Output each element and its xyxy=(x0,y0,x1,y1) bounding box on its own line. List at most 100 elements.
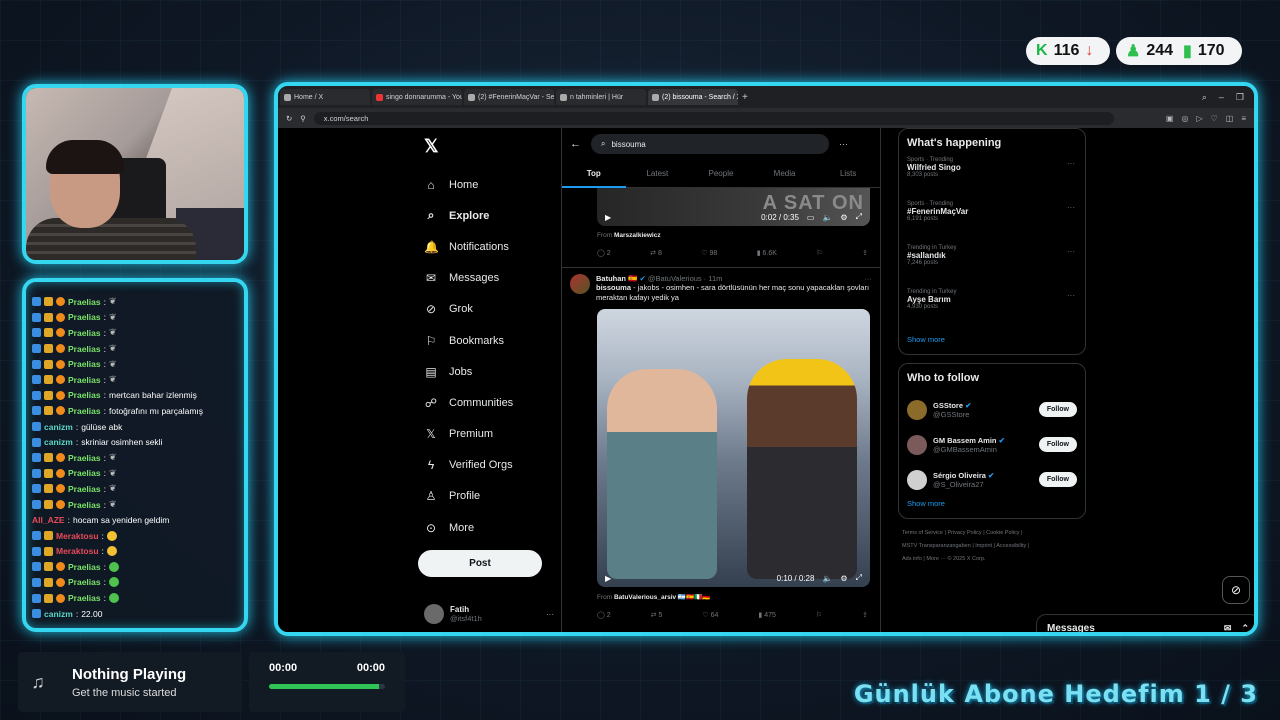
reload-icon[interactable]: ↻ xyxy=(286,114,292,123)
avatar[interactable] xyxy=(570,274,590,294)
nav-item-communities[interactable]: ☍ Communities xyxy=(416,387,546,418)
like-button[interactable]: ♡ 98 xyxy=(701,249,717,257)
chat-username[interactable]: Praelias xyxy=(68,312,101,322)
show-more-link[interactable]: Show more xyxy=(907,335,1077,344)
chat-username[interactable]: Praelias xyxy=(68,562,101,572)
fullscreen-icon[interactable]: ⤢ xyxy=(856,212,862,222)
avatar[interactable] xyxy=(907,469,927,490)
tweet2-video[interactable]: ▶ 0:10 / 0:28 🔈 ⚙ ⤢ xyxy=(597,309,870,587)
site-info-icon[interactable]: ⚲ xyxy=(300,114,306,123)
chat-username[interactable]: Praelias xyxy=(68,593,101,603)
post-button[interactable]: Post xyxy=(418,550,542,577)
minimize-icon[interactable]: – xyxy=(1219,92,1224,103)
browser-tab[interactable]: (2) bissouma - Search / X xyxy=(648,89,738,105)
bookmark-icon[interactable]: ⚐ xyxy=(816,611,822,619)
nav-item-home[interactable]: ⌂ Home xyxy=(416,169,546,200)
captions-icon[interactable]: ▭ xyxy=(807,213,815,222)
compose-message-icon[interactable]: ✉ xyxy=(1224,623,1232,633)
messages-drawer[interactable]: Messages ✉ ⌃ xyxy=(1036,614,1254,633)
tab-people[interactable]: People xyxy=(689,160,753,188)
views-button[interactable]: ▮ 475 xyxy=(758,611,775,619)
chat-username[interactable]: canizm xyxy=(44,609,73,619)
nav-item-more[interactable]: ⊙ More xyxy=(416,512,546,543)
more-icon[interactable]: ··· xyxy=(546,610,554,619)
show-more-link[interactable]: Show more xyxy=(907,499,1077,508)
chat-username[interactable]: Praelias xyxy=(68,577,101,587)
nav-item-jobs[interactable]: ▤ Jobs xyxy=(416,356,546,387)
follow-button[interactable]: Follow xyxy=(1038,402,1077,417)
tab-lists[interactable]: Lists xyxy=(816,160,880,188)
more-icon[interactable]: ··· xyxy=(1067,203,1075,212)
chat-username[interactable]: Praelias xyxy=(68,359,101,369)
chevron-up-icon[interactable]: ⌃ xyxy=(1241,623,1249,633)
repost-button[interactable]: ⇄ 5 xyxy=(651,611,663,619)
nav-item-explore[interactable]: ⌕ Explore xyxy=(416,200,546,231)
chat-username[interactable]: canizm xyxy=(44,437,73,447)
account-switcher[interactable]: Fatih @itsf4t1h ··· xyxy=(424,604,554,624)
more-icon[interactable]: ··· xyxy=(1067,291,1075,300)
views-button[interactable]: ▮ 6.6K xyxy=(757,249,777,257)
chat-username[interactable]: Meraktosu xyxy=(56,531,99,541)
chat-username[interactable]: Praelias xyxy=(68,500,101,510)
search-options-icon[interactable]: ··· xyxy=(839,139,848,149)
trend-item[interactable]: Trending in Turkey Ayşe Barım 4,930 posts ·… xyxy=(907,289,1077,333)
chat-username[interactable]: Praelias xyxy=(68,375,101,385)
chat-username[interactable]: Praelias xyxy=(68,406,101,416)
nav-item-verified-orgs[interactable]: ϟ Verified Orgs xyxy=(416,450,546,481)
nav-item-grok[interactable]: ⊘ Grok xyxy=(416,294,546,325)
browser-tab[interactable]: (2) #FenerinMaçVar - Sea xyxy=(464,89,554,105)
follow-button[interactable]: Follow xyxy=(1038,437,1077,452)
volume-icon[interactable]: 🔈 xyxy=(822,213,832,222)
trend-item[interactable]: Sports · Trending Wilfried Singo 8,303 pos… xyxy=(907,157,1077,201)
grok-icon[interactable]: ⊘ xyxy=(1222,576,1250,604)
chat-username[interactable]: Praelias xyxy=(68,297,101,307)
menu-icon[interactable]: ≡ xyxy=(1241,114,1246,123)
new-tab-button[interactable]: + xyxy=(742,92,748,103)
nav-item-bookmarks[interactable]: ⚐ Bookmarks xyxy=(416,325,546,356)
suggested-account[interactable]: GM Bassem Amin ✔ @GMBassemAmin Follow xyxy=(907,427,1077,462)
chat-username[interactable]: Praelias xyxy=(68,390,101,400)
settings-icon[interactable]: ⚙ xyxy=(840,574,847,583)
search-input[interactable]: ⌕ bissouma xyxy=(591,134,829,154)
tab-latest[interactable]: Latest xyxy=(626,160,690,188)
more-icon[interactable]: ··· xyxy=(1067,247,1075,256)
tab-top[interactable]: Top xyxy=(562,160,626,188)
nav-item-notifications[interactable]: 🔔 Notifications xyxy=(416,231,546,262)
tweet1-video[interactable]: A SAT ON ▶ 0:02 / 0:35 ▭ 🔈 ⚙ ⤢ xyxy=(597,188,870,226)
nav-item-profile[interactable]: ♙ Profile xyxy=(416,481,546,512)
chat-username[interactable]: Praelias xyxy=(68,344,101,354)
avatar[interactable] xyxy=(907,399,927,420)
chat-username[interactable]: Praelias xyxy=(68,484,101,494)
stream-chat[interactable]: Praelias: ❦ Praelias: ❦ Praelias: ❦ Praelias: ❦… xyxy=(22,278,248,632)
nav-item-premium[interactable]: 𝕏 Premium xyxy=(416,419,546,450)
chat-username[interactable]: Meraktosu xyxy=(56,546,99,556)
play-icon[interactable]: ▶ xyxy=(605,574,611,583)
chat-username[interactable]: All_AZE xyxy=(32,515,65,525)
tab-media[interactable]: Media xyxy=(753,160,817,188)
maximize-icon[interactable]: ❐ xyxy=(1236,92,1244,103)
browser-tab[interactable]: singo donnarumma - You xyxy=(372,89,462,105)
follow-button[interactable]: Follow xyxy=(1038,472,1077,487)
chat-username[interactable]: Praelias xyxy=(68,453,101,463)
url-field[interactable]: x.com/search xyxy=(313,111,1114,125)
share-icon[interactable]: ⇪ xyxy=(862,249,868,257)
browser-tab[interactable]: Home / X xyxy=(280,89,370,105)
extension-icon[interactable]: ◎ xyxy=(1181,114,1188,123)
trend-item[interactable]: Trending in Turkey #sallandık 7,246 posts ·… xyxy=(907,245,1077,289)
footer-links[interactable]: Terms of Service | Privacy Policy | Cook… xyxy=(898,527,1086,566)
bookmark-icon[interactable]: ⚐ xyxy=(816,249,822,257)
trend-item[interactable]: Sports · Trending #FenerinMaçVar 6,191 pos… xyxy=(907,201,1077,245)
back-arrow-icon[interactable]: ← xyxy=(570,138,581,150)
chat-username[interactable]: canizm xyxy=(44,422,73,432)
suggested-account[interactable]: GSStore ✔ @GSStore Follow xyxy=(907,392,1077,427)
avatar[interactable] xyxy=(907,434,927,455)
extension-icon[interactable]: ▣ xyxy=(1166,114,1174,123)
more-icon[interactable]: ··· xyxy=(1067,159,1075,168)
like-button[interactable]: ♡ 64 xyxy=(702,611,718,619)
fullscreen-icon[interactable]: ⤢ xyxy=(856,573,862,583)
settings-icon[interactable]: ⚙ xyxy=(840,213,847,222)
suggested-account[interactable]: Sérgio Oliveira ✔ @S_Oliveira27 Follow xyxy=(907,462,1077,497)
x-logo-icon[interactable]: 𝕏 xyxy=(424,136,546,157)
reply-button[interactable]: ◯ 2 xyxy=(597,249,611,257)
repost-button[interactable]: ⇄ 8 xyxy=(650,249,662,257)
